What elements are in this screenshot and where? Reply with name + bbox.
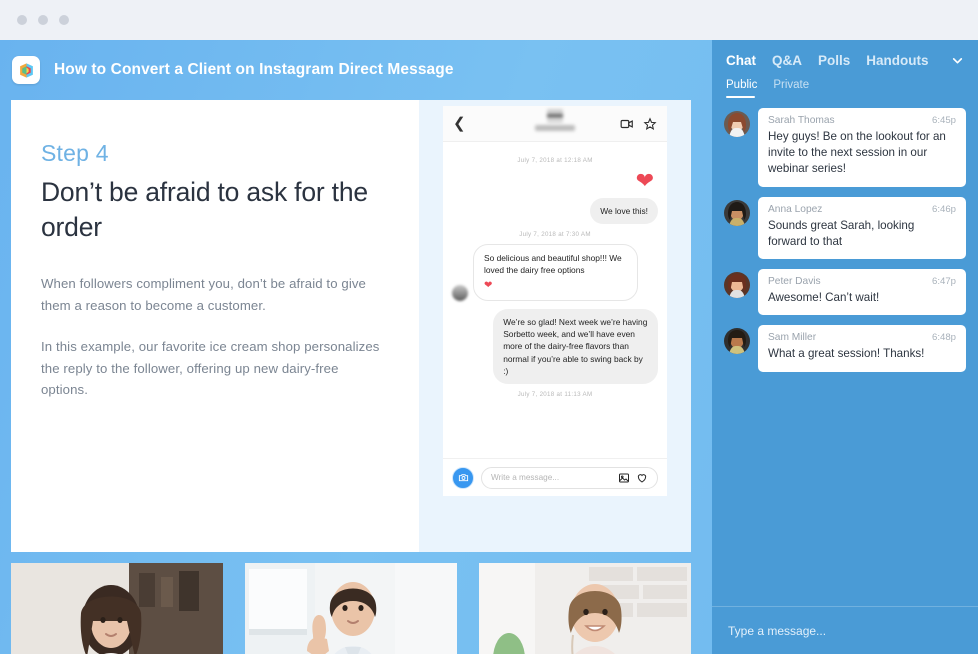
- chat-time: 6:48p: [931, 332, 956, 344]
- prism-logo-icon: [12, 56, 40, 84]
- avatar: [724, 272, 750, 299]
- dm-peer-name: [535, 125, 575, 131]
- dm-message-input[interactable]: Write a message...: [481, 466, 658, 489]
- slide-text-column: Step 4 Don’t be afraid to ask for the or…: [11, 100, 419, 552]
- chat-text: Sounds great Sarah, looking forward to t…: [768, 218, 915, 248]
- slide-paragraph-2: In this example, our favorite ice cream …: [41, 339, 380, 397]
- chat-time: 6:45p: [931, 115, 956, 126]
- instagram-dm-mockup: ❮ July 7, 2018 at 12:18 AM ❤ We love thi…: [443, 106, 667, 496]
- chat-text: What a great session! Thanks!: [768, 347, 925, 361]
- tab-polls[interactable]: Polls: [818, 53, 850, 68]
- minimize-window-button[interactable]: [38, 15, 48, 25]
- heart-outline-icon[interactable]: [636, 472, 648, 484]
- dm-bubble-outgoing: We’re so glad! Next week we’re having So…: [493, 309, 658, 384]
- participant-video-2[interactable]: [245, 563, 457, 654]
- slide-canvas: Step 4 Don’t be afraid to ask for the or…: [11, 100, 691, 552]
- chevron-down-icon[interactable]: [951, 54, 964, 67]
- app-body: How to Convert a Client on Instagram Dir…: [0, 40, 978, 654]
- chat-subtabs: Public Private: [712, 68, 978, 98]
- chat-author: Sarah Thomas: [768, 115, 835, 126]
- dm-timestamp: July 7, 2018 at 7:30 AM: [519, 231, 591, 239]
- window-titlebar: [0, 0, 978, 40]
- chat-bubble: Anna Lopez 6:46p Sounds great Sarah, loo…: [758, 196, 966, 260]
- avatar: [452, 285, 468, 302]
- chat-bubble-header: Sarah Thomas 6:45p: [768, 115, 956, 126]
- chat-message: Peter Davis 6:47p Awesome! Can’t wait!: [724, 269, 966, 316]
- dm-bubble-outgoing: We love this!: [590, 198, 658, 225]
- chat-bubble-header: Peter Davis 6:47p: [768, 276, 956, 287]
- participant-video-1[interactable]: [11, 563, 223, 654]
- tab-handouts[interactable]: Handouts: [866, 53, 928, 68]
- chat-time: 6:46p: [931, 203, 956, 215]
- chat-bubble: Sarah Thomas 6:45p Hey guys! Be on the l…: [758, 108, 966, 187]
- participant-video-strip: [11, 563, 691, 654]
- chat-text: Awesome! Can’t wait!: [768, 291, 880, 305]
- presentation-header: How to Convert a Client on Instagram Dir…: [0, 40, 712, 100]
- dm-header-actions: [620, 116, 657, 131]
- chat-composer[interactable]: Type a message...: [712, 606, 978, 654]
- image-icon[interactable]: [618, 472, 630, 484]
- chat-text: Hey guys! Be on the lookout for an invit…: [768, 130, 946, 176]
- chat-tabs: Chat Q&A Polls Handouts: [712, 40, 978, 68]
- chevron-left-icon[interactable]: ❮: [453, 116, 466, 131]
- webinar-app-window: How to Convert a Client on Instagram Dir…: [0, 0, 978, 654]
- dm-incoming-row: So delicious and beautiful shop!!! We lo…: [452, 244, 658, 302]
- chat-message: Sam Miller 6:48p What a great session! T…: [724, 325, 966, 372]
- video-camera-icon[interactable]: [620, 117, 634, 131]
- dm-conversation: July 7, 2018 at 12:18 AM ❤ We love this!…: [443, 142, 667, 458]
- avatar: [547, 109, 563, 123]
- dm-header: ❮: [443, 106, 667, 142]
- heart-icon: ❤: [484, 279, 493, 291]
- chat-bubble: Peter Davis 6:47p Awesome! Can’t wait!: [758, 269, 966, 316]
- chat-author: Peter Davis: [768, 276, 821, 288]
- slide-heading: Don’t be afraid to ask for the order: [41, 177, 368, 243]
- chat-message: Anna Lopez 6:46p Sounds great Sarah, loo…: [724, 196, 966, 260]
- dm-composer: Write a message...: [443, 458, 667, 496]
- chat-time: 6:47p: [931, 276, 956, 288]
- chat-message: Sarah Thomas 6:45p Hey guys! Be on the l…: [724, 108, 966, 187]
- presentation-title: How to Convert a Client on Instagram Dir…: [54, 61, 454, 78]
- avatar: [724, 328, 750, 355]
- close-window-button[interactable]: [17, 15, 27, 25]
- dm-timestamp: July 7, 2018 at 12:18 AM: [517, 157, 593, 164]
- slide-paragraph-1: When followers compliment you, don’t be …: [41, 276, 366, 313]
- chat-message-list[interactable]: Sarah Thomas 6:45p Hey guys! Be on the l…: [712, 98, 978, 606]
- dm-heart-reaction: ❤: [635, 168, 654, 193]
- chat-author: Sam Miller: [768, 332, 817, 344]
- subtab-public[interactable]: Public: [726, 79, 757, 98]
- maximize-window-button[interactable]: [59, 15, 69, 25]
- star-icon[interactable]: [643, 116, 657, 131]
- chat-author: Anna Lopez: [768, 203, 823, 215]
- avatar: [724, 111, 750, 137]
- avatar: [724, 199, 750, 226]
- tab-chat[interactable]: Chat: [726, 53, 756, 68]
- dm-bubble-text: So delicious and beautiful shop!!! We lo…: [484, 253, 622, 276]
- subtab-private[interactable]: Private: [773, 79, 809, 98]
- chat-bubble-header: Anna Lopez 6:46p: [768, 204, 956, 215]
- tab-qa[interactable]: Q&A: [772, 53, 802, 68]
- participant-video-3[interactable]: [479, 563, 691, 654]
- slide-step-label: Step 4: [41, 140, 109, 166]
- traffic-lights: [17, 15, 69, 25]
- chat-bubble: Sam Miller 6:48p What a great session! T…: [758, 325, 966, 372]
- dm-input-placeholder: Write a message...: [491, 473, 560, 482]
- chat-bubble-header: Sam Miller 6:48p: [768, 332, 956, 343]
- camera-icon[interactable]: [452, 466, 474, 489]
- dm-bubble-incoming: So delicious and beautiful shop!!! We lo…: [473, 244, 638, 302]
- chat-composer-placeholder: Type a message...: [728, 623, 827, 638]
- slide-image-column: ❮ July 7, 2018 at 12:18 AM ❤ We love thi…: [419, 100, 691, 552]
- dm-timestamp: July 7, 2018 at 11:13 AM: [517, 391, 593, 398]
- chat-sidebar: Chat Q&A Polls Handouts Public Private S…: [712, 40, 978, 654]
